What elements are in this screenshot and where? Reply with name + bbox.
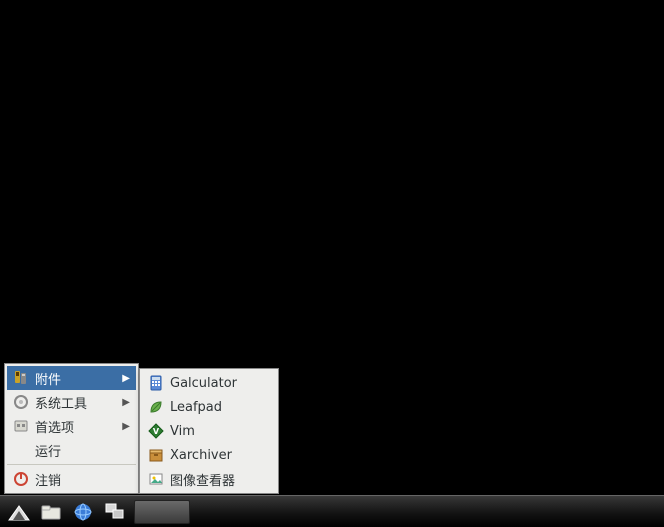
menu-item-label: Galculator bbox=[170, 376, 270, 391]
preferences-icon bbox=[13, 418, 29, 434]
menu-item-preferences[interactable]: 首选项 ▶ bbox=[7, 414, 136, 438]
menu-item-system-tools[interactable]: 系统工具 ▶ bbox=[7, 390, 136, 414]
image-viewer-icon bbox=[148, 471, 164, 487]
submenu-arrow-icon: ▶ bbox=[122, 373, 130, 384]
archive-icon bbox=[148, 447, 164, 463]
menu-item-accessories[interactable]: 附件 ▶ bbox=[7, 366, 136, 390]
accessories-icon bbox=[13, 370, 29, 386]
menu-item-vim[interactable]: V Vim bbox=[142, 419, 276, 443]
menu-item-label: Xarchiver bbox=[170, 448, 270, 463]
main-menu: 附件 ▶ 系统工具 ▶ 首选项 ▶ bbox=[4, 363, 139, 494]
desktop[interactable]: https://www.zjwiki.com 附件 ▶ bbox=[0, 0, 664, 527]
menu-item-galculator[interactable]: Galculator bbox=[142, 371, 276, 395]
file-manager-launcher[interactable] bbox=[36, 499, 66, 525]
submenu-arrow-icon: ▶ bbox=[122, 421, 130, 432]
menu-item-label: 图像查看器 bbox=[170, 470, 270, 489]
menu-item-label: Vim bbox=[170, 424, 270, 439]
vim-icon: V bbox=[148, 423, 164, 439]
start-menu-button[interactable] bbox=[4, 499, 34, 525]
menu-item-leafpad[interactable]: Leafpad bbox=[142, 395, 276, 419]
menu-item-label: 附件 bbox=[35, 369, 116, 388]
show-desktop-button[interactable] bbox=[100, 499, 130, 525]
menu-item-xarchiver[interactable]: Xarchiver bbox=[142, 443, 276, 467]
menu-item-label: 注销 bbox=[35, 470, 130, 489]
accessories-submenu: Galculator Leafpad V Vim bbox=[139, 368, 279, 494]
taskbar bbox=[0, 495, 664, 527]
menu-item-label: 运行 bbox=[35, 441, 130, 460]
logout-icon bbox=[13, 471, 29, 487]
menu-item-logout[interactable]: 注销 bbox=[7, 467, 136, 491]
menu-item-label: Leafpad bbox=[170, 400, 270, 415]
taskbar-task-entry[interactable] bbox=[134, 500, 190, 524]
menu-item-label: 系统工具 bbox=[35, 393, 116, 412]
system-tools-icon bbox=[13, 394, 29, 410]
svg-text:V: V bbox=[153, 427, 160, 436]
menu-item-image-viewer[interactable]: 图像查看器 bbox=[142, 467, 276, 491]
calculator-icon bbox=[148, 375, 164, 391]
submenu-arrow-icon: ▶ bbox=[122, 397, 130, 408]
menu-separator bbox=[7, 464, 136, 465]
leafpad-icon bbox=[148, 399, 164, 415]
menu-item-label: 首选项 bbox=[35, 417, 116, 436]
menu-item-run[interactable]: 运行 bbox=[7, 438, 136, 462]
blank-icon bbox=[13, 442, 29, 458]
web-browser-launcher[interactable] bbox=[68, 499, 98, 525]
